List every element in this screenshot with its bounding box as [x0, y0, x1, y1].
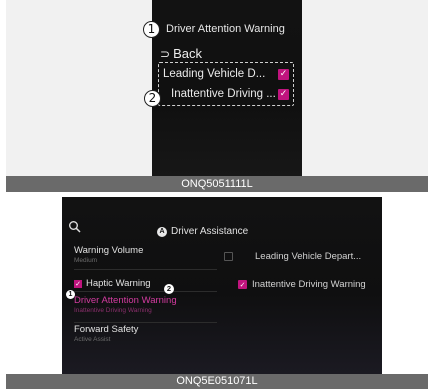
menu-item-label: Warning Volume — [74, 245, 144, 256]
checkbox-checked-icon[interactable]: ✓ — [278, 69, 289, 80]
top-figure: 1 Driver Attention Warning ⊃ Back Leading… — [6, 0, 428, 192]
divider — [74, 291, 217, 292]
menu-item-driver-attention-warning[interactable]: Driver Attention Warning Inattentive Dri… — [74, 295, 217, 314]
bottom-screen: A Driver Assistance Warning Volume Mediu… — [62, 197, 382, 374]
callout-1: 1 — [143, 21, 160, 38]
option-label: Inattentive Driving Warning — [252, 279, 366, 290]
back-label: Back — [173, 46, 202, 61]
settings-menu: Warning Volume Medium ✓ Haptic Warning Dr… — [62, 245, 217, 375]
menu-item-warning-volume[interactable]: Warning Volume Medium — [74, 245, 217, 264]
page-title: Driver Attention Warning — [166, 23, 285, 35]
back-arrow-icon: ⊃ — [160, 47, 171, 61]
back-button[interactable]: ⊃ Back — [160, 46, 202, 61]
option-label: Leading Vehicle D... — [163, 68, 266, 80]
figure-caption: ONQ5E051071L — [6, 374, 428, 389]
callout-a: A — [157, 227, 167, 237]
option-inattentive-driving[interactable]: Inattentive Driving ... ✓ — [163, 86, 289, 104]
callout-2: 2 — [164, 284, 174, 294]
menu-item-forward-safety[interactable]: Forward Safety Active Assist — [74, 324, 217, 343]
divider — [74, 269, 217, 270]
option-leading-vehicle-departure[interactable]: Leading Vehicle Depart... — [222, 250, 382, 264]
search-icon[interactable] — [68, 220, 82, 234]
option-leading-vehicle[interactable]: Leading Vehicle D... ✓ — [163, 66, 289, 84]
menu-item-label: Haptic Warning — [86, 278, 151, 289]
figure-caption: ONQ5051111L — [6, 176, 428, 192]
divider — [74, 322, 217, 323]
menu-item-value: Inattentive Driving Warning — [74, 307, 152, 314]
menu-item-value: Active Assist — [74, 336, 111, 343]
menu-item-haptic-warning[interactable]: ✓ Haptic Warning — [74, 278, 217, 289]
menu-item-label: Forward Safety — [74, 324, 139, 335]
option-label: Inattentive Driving ... — [171, 88, 276, 100]
option-inattentive-driving-warning[interactable]: ✓ Inattentive Driving Warning — [222, 278, 382, 292]
page-title: Driver Assistance — [171, 226, 249, 237]
top-screen: 1 Driver Attention Warning ⊃ Back Leading… — [143, 0, 302, 176]
title-row: 1 Driver Attention Warning — [143, 20, 302, 40]
callout-1: 1 — [66, 290, 75, 299]
checkbox-checked-icon[interactable]: ✓ — [238, 280, 247, 289]
menu-item-value: Medium — [74, 257, 98, 264]
option-label: Leading Vehicle Depart... — [255, 251, 362, 262]
checkbox-checked-icon[interactable]: ✓ — [278, 89, 289, 100]
checkbox-checked-icon[interactable]: ✓ — [74, 280, 82, 288]
menu-item-label: Driver Attention Warning — [74, 295, 177, 306]
callout-2: 2 — [144, 90, 161, 107]
checkbox-unchecked-icon[interactable] — [224, 252, 233, 261]
highlight-box: Leading Vehicle D... ✓ Inattentive Drivi… — [158, 62, 294, 106]
